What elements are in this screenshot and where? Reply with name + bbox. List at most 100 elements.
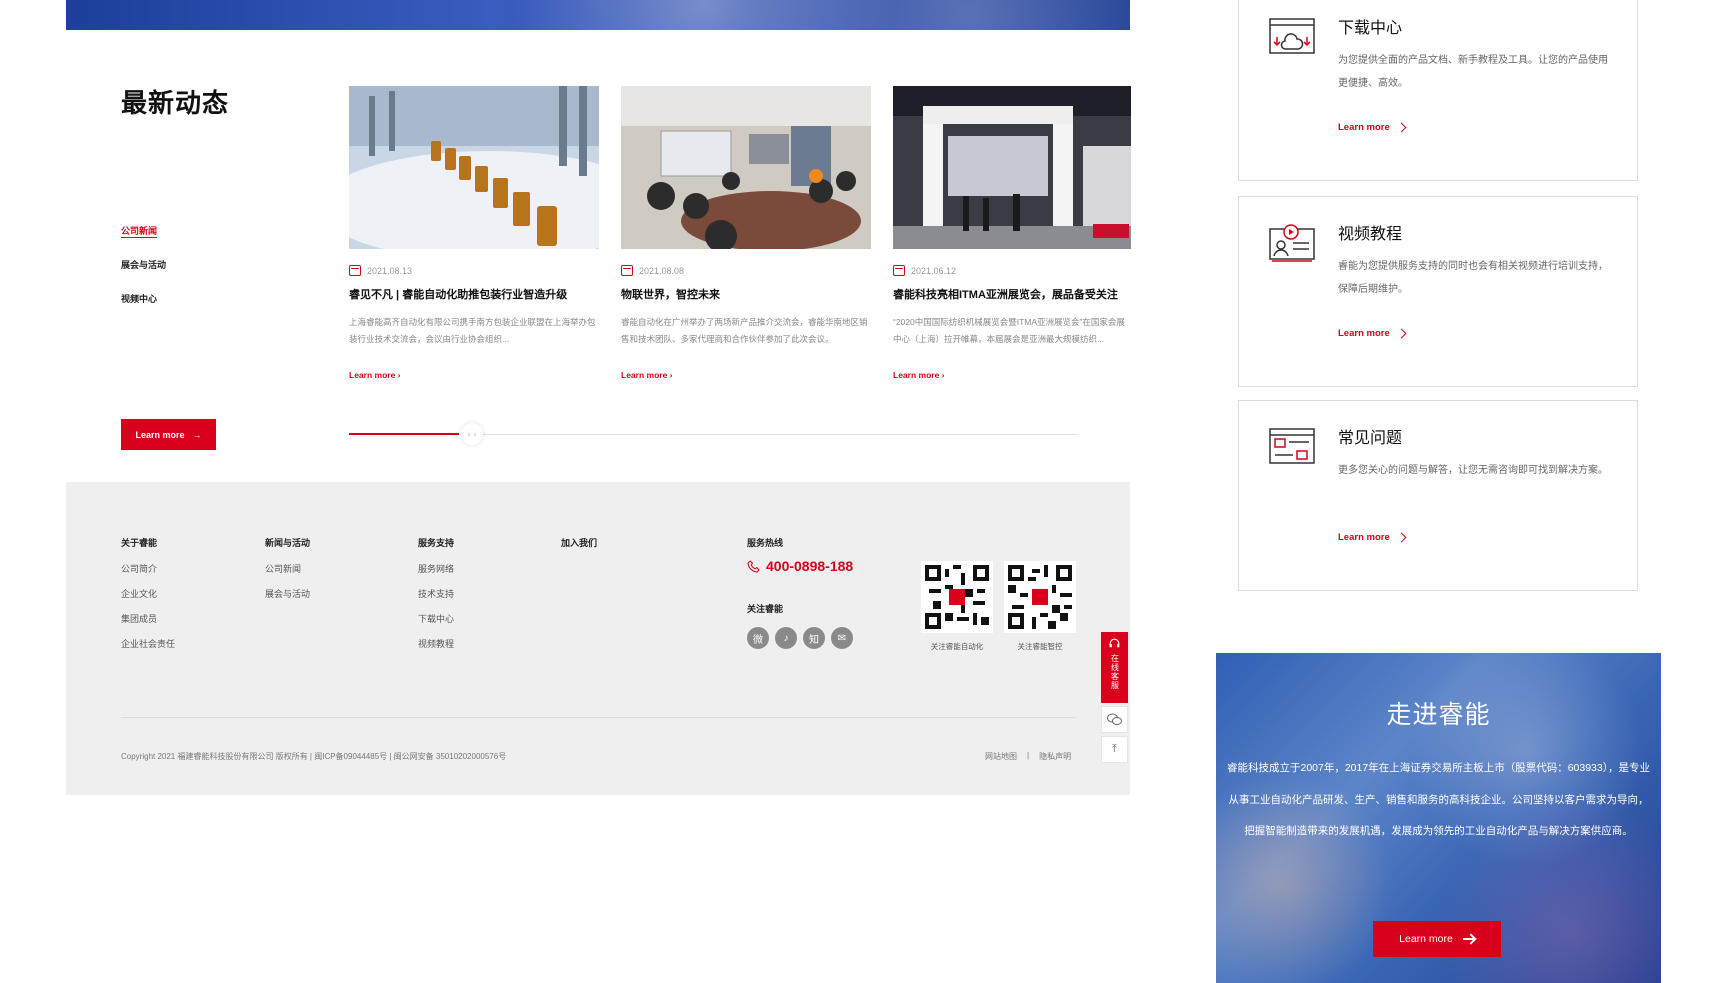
footer-column-support: 服务支持 服务网络 技术支持 下载中心 视频教程: [418, 536, 454, 662]
news-learn-more-button[interactable]: Learn more →: [121, 419, 216, 450]
footer-heading-join[interactable]: 加入我们: [561, 536, 597, 549]
service-card-faq[interactable]: 常见问题 更多您关心的问题与解答，让您无需咨询即可找到解决方案。 Learn m…: [1238, 400, 1638, 591]
news-card-title[interactable]: 睿见不凡 | 睿能自动化助推包装行业智造升级: [349, 286, 599, 302]
calendar-icon: [349, 265, 361, 276]
chevron-right-icon: ›: [669, 370, 673, 380]
qr-code-icon: [921, 561, 993, 633]
news-card-image: [893, 86, 1131, 249]
news-slider-progress: [349, 433, 459, 435]
hotline-number[interactable]: 400-0898-188: [747, 558, 853, 574]
footer-column-about: 关于睿能 公司简介 企业文化 集团成员 企业社会责任: [121, 536, 175, 662]
footer-divider: [121, 717, 1076, 718]
footer-heading: 新闻与活动: [265, 538, 311, 548]
arrow-right-icon: [1462, 938, 1475, 940]
footer-heading: 关于睿能: [121, 538, 158, 548]
news-card-image: [621, 86, 871, 249]
service-title: 常见问题: [1338, 430, 1403, 447]
service-learn-more[interactable]: Learn more: [1338, 532, 1407, 543]
tab-exhibitions[interactable]: 展会与活动: [121, 258, 166, 292]
about-title: 走进睿能: [1386, 701, 1491, 729]
footer-link[interactable]: 展会与活动: [265, 587, 310, 612]
hero-banner-strip: [66, 0, 1130, 30]
news-card-title[interactable]: 物联世界，智控未来: [621, 286, 871, 302]
douyin-icon[interactable]: ♪: [775, 627, 797, 649]
footer-column-news: 新闻与活动 公司新闻 展会与活动: [265, 536, 310, 612]
news-card[interactable]: 2021.08.08 物联世界，智控未来 睿能自动化在广州举办了两场新产品推介交…: [621, 86, 871, 380]
download-center-icon: [1269, 18, 1315, 54]
news-card-image: [349, 86, 599, 249]
service-card-video[interactable]: 视频教程 睿能为您提供服务支持的同时也会有相关视频进行培训支持，保障后期维护。 …: [1238, 196, 1638, 387]
calendar-icon: [621, 265, 633, 276]
arrow-up-icon: ⤒: [1112, 743, 1117, 755]
zhihu-icon[interactable]: 知: [803, 627, 825, 649]
chevron-right-icon: [1396, 328, 1407, 339]
chevron-right-icon: ›: [397, 370, 401, 380]
news-cta-label: Learn more: [135, 429, 185, 440]
footer-column-join: 加入我们: [561, 536, 597, 562]
footer-link[interactable]: 企业社会责任: [121, 637, 175, 662]
service-desc: 为您提供全面的产品文档、新手教程及工具。让您的产品使用更便捷、高效。: [1338, 55, 1608, 89]
service-card-download[interactable]: 下载中心 为您提供全面的产品文档、新手教程及工具。让您的产品使用更便捷、高效。 …: [1238, 0, 1638, 181]
footer-link[interactable]: 企业文化: [121, 587, 175, 612]
news-card[interactable]: 2021.08.13 睿见不凡 | 睿能自动化助推包装行业智造升级 上海睿能高齐…: [349, 86, 599, 380]
news-section-title: 最新动态: [121, 88, 230, 118]
faq-icon: [1269, 428, 1315, 464]
video-tutorial-icon: [1269, 224, 1315, 262]
news-card-date: 2021.06.12: [911, 265, 957, 276]
footer-heading: 服务支持: [418, 538, 455, 548]
news-card-desc: “2020中国国际纺织机械展览会暨ITMA亚洲展览会”在国家会展中心（上海）拉开…: [893, 317, 1125, 344]
footer-link[interactable]: 视频教程: [418, 637, 454, 662]
news-card-desc: 上海睿能高齐自动化有限公司携手南方包装企业联盟在上海举办包装行业技术交流会，会议…: [349, 317, 596, 344]
footer-link[interactable]: 公司简介: [121, 562, 175, 587]
mail-icon[interactable]: ✉: [831, 627, 853, 649]
service-title: 下载中心: [1338, 20, 1403, 37]
news-card-desc: 睿能自动化在广州举办了两场新产品推介交流会，睿能华南地区销售和技术团队、多家代理…: [621, 317, 868, 344]
chevron-right-icon: [1396, 122, 1407, 133]
qr-code-control: 关注睿能智控: [1004, 561, 1076, 652]
footer-link[interactable]: 下载中心: [418, 612, 454, 637]
sitemap-link[interactable]: 网站地图: [985, 751, 1017, 762]
wechat-icon: [1107, 713, 1122, 725]
headset-icon: [1109, 638, 1120, 648]
arrow-right-icon: →: [192, 429, 202, 440]
link-separator: |: [1027, 751, 1030, 760]
chevron-right-icon: ›: [941, 370, 945, 380]
news-card-title[interactable]: 睿能科技亮相ITMA亚洲展览会，展品备受关注: [893, 286, 1131, 302]
qr-code-automation: 关注睿能自动化: [921, 561, 993, 652]
hotline-label: 服务热线: [747, 538, 784, 548]
online-service-button[interactable]: 在线客服: [1101, 632, 1128, 703]
service-learn-more[interactable]: Learn more: [1338, 328, 1407, 339]
online-service-label: 在线客服: [1110, 654, 1120, 690]
phone-icon: [747, 559, 760, 572]
footer-link[interactable]: 服务网络: [418, 562, 454, 587]
footer-link[interactable]: 集团成员: [121, 612, 175, 637]
wechat-float-button[interactable]: [1101, 706, 1128, 733]
qr-caption: 关注睿能自动化: [930, 642, 984, 651]
about-learn-more-button[interactable]: Learn more: [1373, 921, 1501, 957]
calendar-icon: [893, 265, 905, 276]
back-to-top-button[interactable]: ⤒: [1101, 736, 1128, 763]
slider-handle-icon[interactable]: ‹ ›: [461, 423, 483, 445]
follow-label: 关注睿能: [747, 604, 784, 614]
news-card[interactable]: 2021.06.12 睿能科技亮相ITMA亚洲展览会，展品备受关注 “2020中…: [893, 86, 1131, 380]
footer-link[interactable]: 公司新闻: [265, 562, 310, 587]
news-card-learn-more[interactable]: Learn more ›: [893, 370, 1131, 380]
service-learn-more[interactable]: Learn more: [1338, 122, 1407, 133]
copyright-text: Copyright 2021 福建睿能科技股份有限公司 版权所有 | 闽ICP备…: [121, 752, 507, 761]
footer-link[interactable]: 技术支持: [418, 587, 454, 612]
news-card-learn-more[interactable]: Learn more ›: [621, 370, 871, 380]
tab-video-center[interactable]: 视频中心: [121, 292, 166, 326]
qr-code-icon: [1004, 561, 1076, 633]
privacy-link[interactable]: 隐私声明: [1039, 751, 1071, 762]
news-card-date: 2021.08.08: [639, 265, 685, 276]
tab-company-news[interactable]: 公司新闻: [121, 224, 166, 258]
news-card-date: 2021.08.13: [367, 265, 413, 276]
service-title: 视频教程: [1338, 226, 1403, 243]
weibo-icon[interactable]: 微: [747, 627, 769, 649]
news-card-learn-more[interactable]: Learn more ›: [349, 370, 599, 380]
news-tabs: 公司新闻 展会与活动 视频中心: [121, 224, 166, 326]
service-desc: 睿能为您提供服务支持的同时也会有相关视频进行培训支持，保障后期维护。: [1338, 261, 1608, 295]
chevron-right-icon: [1396, 532, 1407, 543]
footer-bottom-links: 网站地图 | 隐私声明: [985, 751, 1071, 762]
about-button-label: Learn more: [1399, 933, 1453, 945]
